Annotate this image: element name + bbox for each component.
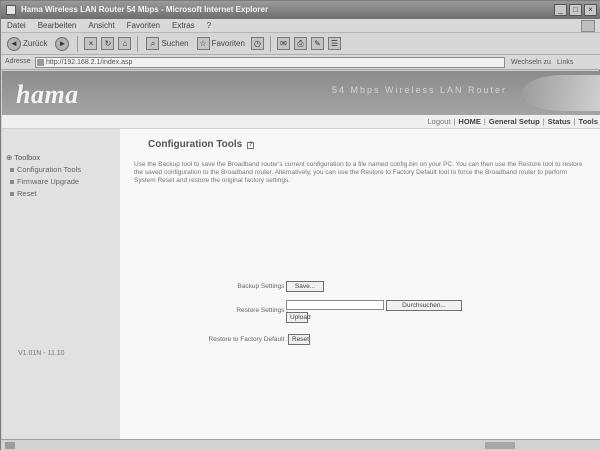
help-icon[interactable]: ? (247, 142, 255, 149)
page-title: Configuration Tools ? (148, 139, 255, 150)
sidebar-item-configuration-tools[interactable]: Configuration Tools (10, 165, 81, 174)
status-zone-icon (485, 442, 515, 449)
menu-view[interactable]: Ansicht (88, 21, 114, 30)
toolbar-separator (137, 35, 139, 52)
title-bar: Hama Wireless LAN Router 54 Mbps - Micro… (1, 1, 600, 19)
print-icon[interactable]: ⎙ (293, 37, 307, 50)
firmware-version: V1.01N - 11.10 (18, 350, 65, 357)
address-bar: Adresse http://192.168.2.1/index.asp Wec… (1, 55, 600, 70)
nav-separator: | (483, 117, 486, 126)
favorites-button[interactable]: ☆ Favoriten (195, 36, 247, 51)
address-url: http://192.168.2.1/index.asp (46, 59, 133, 66)
browser-window: Hama Wireless LAN Router 54 Mbps - Micro… (0, 0, 600, 450)
nav-separator: | (453, 117, 456, 126)
sidebar-item-label: Configuration Tools (17, 165, 82, 174)
go-button[interactable]: Wechseln zu (511, 57, 551, 68)
menu-edit[interactable]: Bearbeiten (38, 21, 77, 30)
main-panel: Configuration Tools ? Use the Backup too… (120, 129, 600, 439)
folder-icon: ⊕ (6, 153, 13, 162)
sidebar-item-label: Reset (17, 189, 37, 198)
page-icon (37, 59, 44, 66)
sidebar-tree: ⊕ Toolbox Configuration Tools Firmware U… (6, 153, 81, 201)
restore-file-input[interactable] (286, 300, 384, 310)
menu-favorites[interactable]: Favoriten (127, 21, 160, 30)
menu-bar: Datei Bearbeiten Ansicht Favoriten Extra… (1, 19, 600, 33)
upload-button[interactable]: Upload (286, 312, 311, 323)
nav-home[interactable]: HOME (458, 117, 481, 126)
nav-tools[interactable]: Tools (579, 117, 598, 126)
maximize-button[interactable]: □ (569, 4, 582, 16)
reset-button[interactable]: Reset (288, 334, 310, 345)
ie-icon (6, 5, 16, 15)
nav-status[interactable]: Status (548, 117, 571, 126)
sidebar-item-reset[interactable]: Reset (10, 189, 81, 198)
back-arrow-icon: ◄ (7, 36, 21, 51)
factory-default-label: Restore to Factory Default : (208, 336, 288, 343)
address-label: Adresse (5, 58, 31, 65)
nav-separator: | (542, 117, 545, 126)
banner-tagline: 54 Mbps Wireless LAN Router (332, 85, 508, 95)
forward-button[interactable]: ► (53, 36, 71, 52)
mail-icon[interactable]: ✉ (276, 37, 290, 50)
windows-logo-icon (581, 20, 595, 32)
menu-tools[interactable]: Extras (172, 21, 195, 30)
discuss-icon[interactable]: ☰ (327, 37, 341, 50)
window-title: Hama Wireless LAN Router 54 Mbps - Micro… (21, 5, 269, 14)
stop-icon[interactable]: × (84, 37, 98, 50)
backup-label: Backup Settings : (237, 283, 288, 290)
back-label: Zurück (23, 39, 48, 48)
forward-arrow-icon: ► (55, 36, 70, 51)
status-bar (1, 439, 600, 450)
search-label: Suchen (161, 39, 189, 48)
refresh-icon[interactable]: ↻ (101, 37, 115, 50)
bullet-icon (10, 167, 14, 172)
address-input[interactable]: http://192.168.2.1/index.asp (35, 57, 505, 68)
star-icon: ☆ (196, 37, 210, 50)
nav-general-setup[interactable]: General Setup (489, 117, 540, 126)
nav-separator: | (573, 117, 576, 126)
restore-label: Restore Settings : (236, 307, 288, 314)
top-navigation: Logout | HOME | General Setup | Status |… (2, 115, 600, 129)
page-description: Use the Backup tool to save the Broadban… (134, 161, 583, 184)
page-title-text: Configuration Tools (148, 139, 243, 150)
search-button[interactable]: ⌕ Suchen (144, 36, 190, 51)
favorites-label: Favoriten (211, 39, 245, 48)
sidebar-root-label: Toolbox (14, 153, 41, 162)
sidebar-root[interactable]: ⊕ Toolbox (6, 153, 81, 162)
page-content: hama 54 Mbps Wireless LAN Router Logout … (2, 71, 600, 439)
browser-toolbar: ◄ Zurück ► × ↻ ⌂ ⌕ Suchen ☆ Favoriten ◷ … (1, 33, 600, 55)
bullet-icon (10, 179, 14, 184)
hama-logo: hama (16, 80, 79, 109)
banner-graphic (522, 75, 600, 111)
browse-button[interactable]: Durchsuchen... (386, 300, 462, 311)
edit-icon[interactable]: ✎ (310, 37, 324, 50)
header-banner: hama 54 Mbps Wireless LAN Router (2, 71, 600, 115)
links-button[interactable]: Links (557, 57, 573, 68)
history-icon[interactable]: ◷ (250, 37, 264, 50)
back-button[interactable]: ◄ Zurück (5, 36, 49, 52)
window-controls: _ □ × (554, 4, 597, 16)
logout-link[interactable]: Logout (428, 117, 451, 126)
sidebar-item-firmware-upgrade[interactable]: Firmware Upgrade (10, 177, 81, 186)
menu-file[interactable]: Datei (7, 21, 26, 30)
search-icon: ⌕ (146, 37, 160, 50)
minimize-button[interactable]: _ (554, 4, 567, 16)
menu-help[interactable]: ? (207, 21, 211, 30)
toolbar-separator (77, 35, 79, 52)
close-button[interactable]: × (584, 4, 597, 16)
status-page-icon (5, 442, 15, 449)
save-button[interactable]: Save... (286, 281, 324, 292)
sidebar: ⊕ Toolbox Configuration Tools Firmware U… (2, 129, 120, 439)
toolbar-separator (269, 35, 271, 52)
home-icon[interactable]: ⌂ (118, 37, 132, 50)
bullet-icon (10, 191, 14, 196)
sidebar-item-label: Firmware Upgrade (17, 177, 80, 186)
